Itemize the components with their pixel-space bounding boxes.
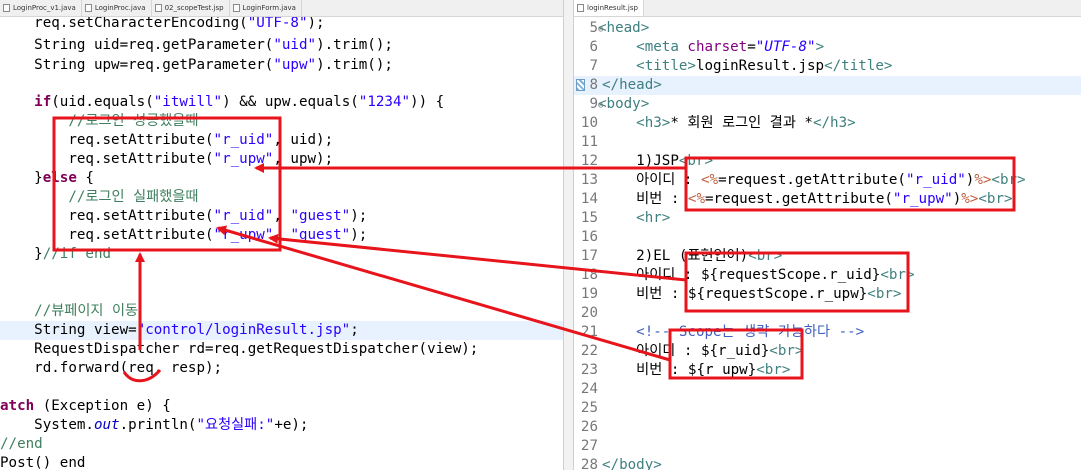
code-line: Post() end — [0, 455, 86, 470]
tab-loginproc[interactable]: LoginProc.java — [82, 0, 152, 16]
code-line-current: String view="control/loginResult.jsp"; — [0, 321, 563, 340]
java-editor[interactable]: req.setCharacterEncoding("UTF-8"); Strin… — [0, 17, 563, 470]
code-line: }else { — [0, 170, 94, 186]
code-line: 11 — [580, 134, 598, 150]
code-line: 13 아이디 : <%=request.getAttribute("r_uid"… — [580, 172, 1026, 188]
code-line: 22 아이디 : ${r_uid}<br> — [580, 343, 804, 359]
code-line: String uid=req.getParameter("uid").trim(… — [0, 37, 393, 53]
jsp-file-icon — [154, 4, 162, 12]
java-file-icon — [3, 4, 10, 12]
code-line: rd.forward(req, resp); — [0, 360, 223, 376]
code-line: if(uid.equals("itwill") && upw.equals("1… — [34, 94, 445, 110]
code-line: 5⊖<head> — [589, 20, 650, 36]
code-line: atch (Exception e) { — [0, 398, 171, 414]
code-line: String upw=req.getParameter("upw").trim(… — [0, 57, 393, 73]
editor-split-divider[interactable] — [563, 0, 574, 470]
tab-loginform[interactable]: LoginForm.java — [230, 0, 302, 16]
code-line: 16 — [580, 229, 598, 245]
code-line: }//if end — [0, 246, 112, 262]
code-line: 27 — [580, 438, 598, 454]
code-line: 25 — [580, 400, 598, 416]
code-line: 19 비번 : ${requestScope.r_upw}<br> — [580, 286, 902, 302]
code-line: req.setCharacterEncoding("UTF-8"); — [0, 17, 325, 31]
code-line: //로그인 실패했을때 — [68, 189, 199, 205]
code-line: 14 비번 : <%=request.getAttribute("r_upw")… — [580, 191, 1013, 207]
code-line: req.setAttribute("r_uid", "guest"); — [0, 208, 368, 224]
java-file-icon — [232, 4, 240, 12]
jsp-file-icon — [577, 4, 584, 12]
quick-diff-marker-icon — [576, 79, 585, 91]
code-line-current: 8 </head> — [574, 76, 1081, 95]
code-line: 20 — [580, 305, 598, 321]
code-line: 15 <hr> — [580, 210, 671, 226]
code-line: 7 <title>loginResult.jsp</title> — [589, 58, 893, 74]
code-line: 10 <h3>* 회원 로그인 결과 *</h3> — [580, 115, 856, 131]
code-line: 17 2)EL (표현언어)<br> — [580, 248, 783, 264]
code-line: 24 — [580, 381, 598, 397]
code-line: //뷰페이지 이동 — [34, 303, 139, 319]
code-line: RequestDispatcher rd=req.getRequestDispa… — [0, 341, 479, 357]
code-line: //end — [0, 436, 43, 452]
right-editor-tabs: loginResult.jsp — [574, 0, 1081, 17]
code-line: req.setAttribute("r_upw", "guest"); — [0, 227, 368, 243]
code-line: req.setAttribute("r_upw", upw); — [0, 151, 334, 167]
code-line: 9⊖<body> — [589, 96, 650, 112]
code-line: 18 아이디 : ${requestScope.r_uid}<br> — [580, 267, 915, 283]
code-line: 23 비번 : ${r_upw}<br> — [580, 362, 791, 378]
code-line: 6 <meta charset="UTF-8"> — [589, 39, 825, 55]
code-line: 21 <!-- Scope는 생략 가능하다 --> — [580, 324, 865, 340]
jsp-editor[interactable]: 5⊖<head> 6 <meta charset="UTF-8"> 7 <tit… — [574, 17, 1081, 470]
code-line: //로그인 성공했을때 — [68, 113, 199, 129]
tab-loginresult[interactable]: loginResult.jsp — [574, 0, 644, 16]
code-line: System.out.println("요청실패:"+e); — [0, 417, 309, 433]
code-line: 12 1)JSP<br> — [580, 153, 714, 169]
tab-scopetest[interactable]: 02_scopeTest.jsp — [152, 0, 230, 16]
code-line: req.setAttribute("r_uid", uid); — [0, 132, 334, 148]
code-line: 28 </body> — [580, 457, 662, 470]
left-editor-tabs: LoginProc_v1.java LoginProc.java 02_scop… — [0, 0, 563, 17]
code-line: 26 — [580, 419, 598, 435]
java-file-icon — [84, 4, 92, 12]
tab-loginproc-v1[interactable]: LoginProc_v1.java — [0, 0, 82, 16]
